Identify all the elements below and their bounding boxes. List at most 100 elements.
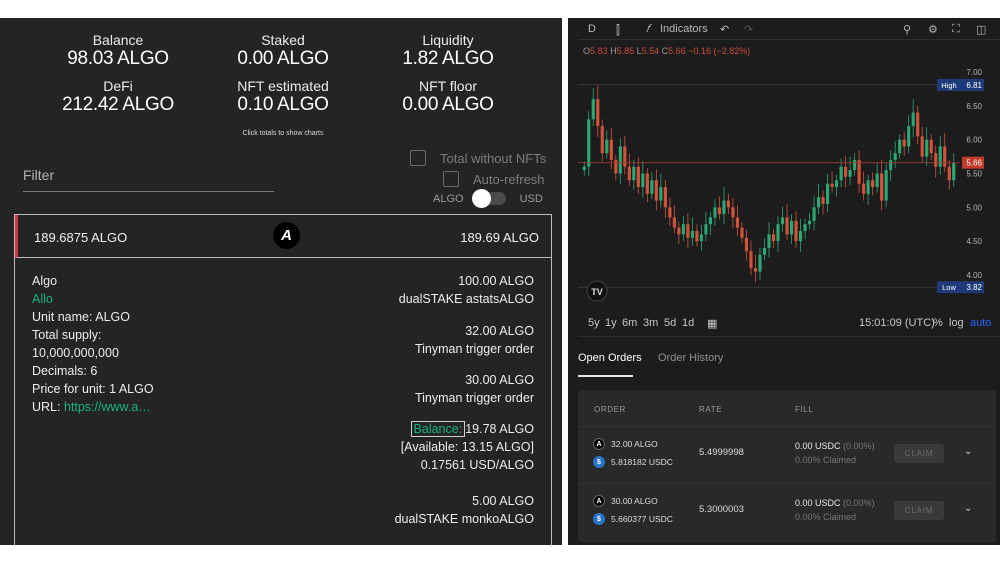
claim-button[interactable]: CLAIM: [894, 501, 944, 520]
range-5d[interactable]: 5d: [664, 317, 676, 329]
position-source-link[interactable]: dualSTAKE monkoALGO: [395, 510, 534, 528]
asset-subname-link[interactable]: Allo: [32, 290, 53, 308]
position-amount: 5.00 ALGO: [472, 494, 534, 508]
indicators-icon[interactable]: 𝑓: [646, 23, 649, 36]
log-toggle[interactable]: log: [949, 317, 964, 329]
asset-unit-name: Unit name: ALGO: [32, 310, 130, 324]
candle-body: [690, 231, 694, 238]
candles-group: [582, 85, 956, 283]
candle-type-icon[interactable]: ⫿: [616, 23, 620, 38]
search-icon[interactable]: ⚲: [903, 23, 911, 36]
position-source-link[interactable]: Tinyman trigger order: [415, 340, 534, 358]
position-amount: 30.00 ALGO: [465, 373, 534, 387]
stat-value: 0.10 ALGO: [237, 94, 329, 115]
candle-body: [812, 207, 816, 221]
auto-refresh-option[interactable]: Auto-refresh: [443, 171, 545, 187]
ohlc-close: 5.66: [668, 46, 686, 56]
order-fill: 0.00 USDC (0.00%): [795, 498, 875, 508]
stat-staked[interactable]: Staked 0.00 ALGO: [203, 32, 363, 70]
candle-body: [798, 231, 803, 242]
interval-button[interactable]: D: [588, 23, 596, 35]
candle-body: [871, 180, 875, 188]
ohlc-change: −0.16 (−2.82%): [688, 46, 751, 56]
toggle-left-label: ALGO: [433, 192, 464, 205]
candle-body: [587, 119, 591, 167]
range-1d[interactable]: 1d: [682, 317, 694, 329]
candle-body: [591, 99, 595, 120]
stat-nft-floor[interactable]: NFT floor 0.00 ALGO: [368, 78, 528, 116]
filter-underline: [23, 191, 274, 192]
percent-toggle[interactable]: %: [933, 317, 943, 329]
ohlc-high: 5.85: [616, 46, 635, 56]
stat-value: 0.00 ALGO: [402, 94, 494, 115]
candle-body: [717, 207, 722, 215]
range-1y[interactable]: 1y: [605, 317, 617, 329]
asset-url: URL: https://www.a…: [32, 398, 151, 416]
active-tab-indicator: [578, 375, 633, 377]
candle-body: [920, 136, 924, 157]
stat-value: 1.82 ALGO: [402, 48, 494, 69]
charts-hint: Click totals to show charts: [242, 130, 324, 137]
claim-button[interactable]: CLAIM: [894, 444, 944, 463]
candle-body: [952, 162, 956, 181]
candle-body: [934, 153, 938, 167]
stat-label: DeFi: [103, 78, 133, 94]
stat-balance[interactable]: Balance 98.03 ALGO: [38, 32, 198, 70]
total-without-nfts-checkbox[interactable]: [410, 150, 426, 166]
col-header-rate: RATE: [699, 405, 723, 414]
candle-body: [929, 139, 933, 154]
candle-body: [789, 220, 794, 235]
order-claimed: 0.00% Claimed: [795, 455, 857, 465]
candle-body: [623, 146, 627, 167]
indicators-button[interactable]: Indicators: [660, 23, 708, 35]
chevron-down-icon[interactable]: ⌄: [964, 446, 972, 457]
tab-order-history[interactable]: Order History: [658, 352, 723, 364]
candle-body: [614, 159, 618, 174]
candle-body: [916, 112, 920, 137]
stat-liquidity[interactable]: Liquidity 1.82 ALGO: [368, 32, 528, 70]
fill-percent: (0.00%): [843, 498, 875, 508]
candle-body: [659, 187, 663, 201]
auto-refresh-checkbox[interactable]: [443, 171, 459, 187]
tab-open-orders[interactable]: Open Orders: [578, 352, 642, 364]
balance-label-box: Balance:: [410, 421, 466, 437]
candle-body: [911, 112, 915, 127]
date-range-icon[interactable]: ▦: [707, 317, 717, 330]
candle-body: [925, 139, 929, 157]
order-rate: 5.3000003: [699, 504, 744, 515]
candle-body: [758, 254, 762, 272]
asset-card: 189.6875 ALGO A 189.69 ALGO Algo Allo Un…: [14, 214, 552, 545]
available-balance: [Available: 13.15 ALGO]: [400, 440, 534, 454]
candle-body: [699, 234, 703, 242]
asset-url-link[interactable]: https://www.a…: [64, 400, 151, 414]
stat-defi[interactable]: DeFi 212.42 ALGO: [38, 78, 198, 116]
redo-icon[interactable]: ↷: [744, 23, 753, 36]
position-source-link[interactable]: Tinyman trigger order: [415, 389, 534, 407]
position-source-link[interactable]: dualSTAKE astatsALGO: [399, 290, 534, 308]
chevron-down-icon[interactable]: ⌄: [964, 503, 972, 514]
auto-toggle[interactable]: auto: [970, 317, 991, 329]
settings-icon[interactable]: ⚙: [928, 23, 938, 36]
candle-body: [668, 207, 672, 218]
y-tick-label: 5.00: [966, 203, 982, 212]
candle-body: [830, 183, 834, 188]
filter-input[interactable]: Filter: [23, 167, 54, 183]
stat-nft-estimated[interactable]: NFT estimated 0.10 ALGO: [203, 78, 363, 116]
chart-bottom-bar: 5y 1y 6m 3m 5d 1d ▦ 15:01:09 (UTC) % log…: [578, 314, 1000, 334]
currency-toggle[interactable]: [471, 189, 506, 208]
range-6m[interactable]: 6m: [622, 317, 637, 329]
range-3m[interactable]: 3m: [643, 317, 658, 329]
price-chart[interactable]: 7.006.506.005.505.004.504.00 15May15Jun1…: [568, 40, 1000, 314]
high-tag-label: High: [941, 81, 956, 90]
utc-time[interactable]: 15:01:09 (UTC): [859, 317, 935, 329]
asset-header[interactable]: 189.6875 ALGO A 189.69 ALGO: [15, 215, 551, 258]
candle-body: [677, 227, 681, 235]
total-without-nfts-option[interactable]: Total without NFTs: [410, 150, 546, 166]
camera-icon[interactable]: ◫: [976, 23, 986, 36]
candle-body: [618, 146, 622, 174]
undo-icon[interactable]: ↶: [720, 23, 729, 36]
range-5y[interactable]: 5y: [588, 317, 600, 329]
fullscreen-icon[interactable]: ⛶: [952, 23, 960, 36]
candle-body: [816, 197, 821, 208]
candle-body: [636, 166, 640, 188]
